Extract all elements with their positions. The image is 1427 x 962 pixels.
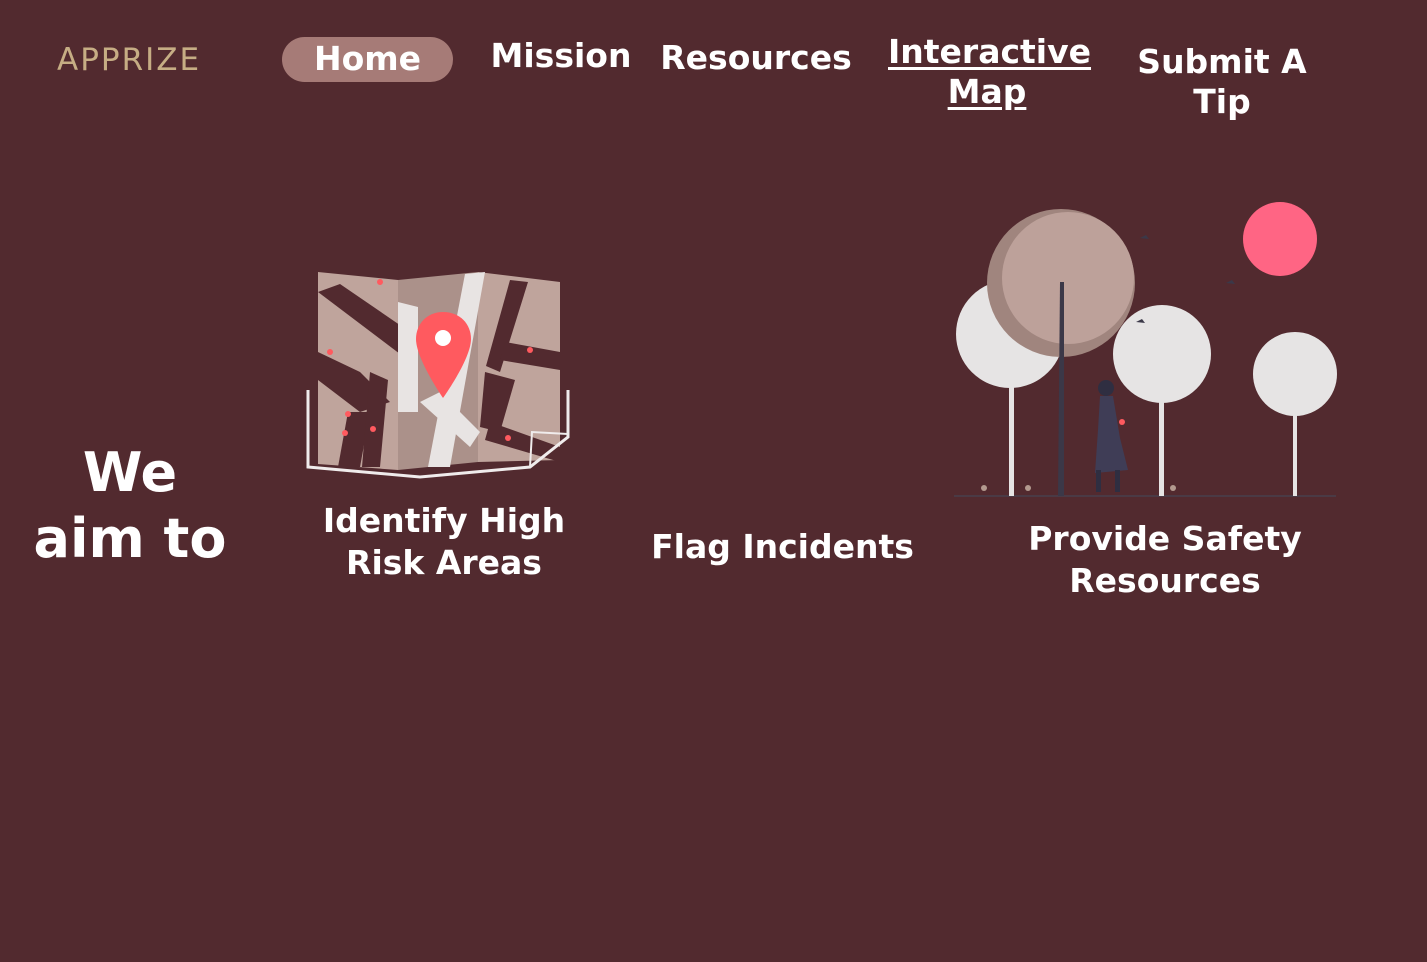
nav-resources[interactable]: Resources [660, 38, 852, 78]
card-safety-line2: Resources [1069, 561, 1261, 600]
aim-line2: aim to [33, 507, 227, 570]
nav-submit-tip[interactable]: Submit A Tip [1108, 42, 1336, 122]
card-identify-line2: Risk Areas [346, 543, 542, 582]
card-identify-line1: Identify High [322, 501, 566, 540]
nav-home[interactable]: Home [282, 37, 453, 82]
card-flag-incidents: Flag Incidents [640, 526, 925, 568]
logo[interactable]: APPRIZE [57, 42, 201, 78]
nav-interactive-map-line1: Interactive [888, 32, 1092, 71]
map-pin-illustration [306, 272, 570, 479]
card-safety-resources: Provide Safety Resources [1010, 518, 1320, 602]
card-safety-line1: Provide Safety [1028, 519, 1302, 558]
nav-interactive-map[interactable]: Interactive Map [888, 32, 1091, 112]
card-identify-risk-areas: Identify High Risk Areas [300, 500, 588, 584]
page: APPRIZE Home Mission Resources Interacti… [0, 0, 1427, 962]
nav-interactive-map-line2: Map [947, 72, 1027, 111]
aim-line1: We [82, 441, 178, 504]
aim-heading: We aim to [30, 440, 230, 572]
nav-mission[interactable]: Mission [490, 36, 632, 76]
card-flag-line1: Flag Incidents [651, 527, 914, 566]
park-walk-illustration [954, 202, 1337, 497]
